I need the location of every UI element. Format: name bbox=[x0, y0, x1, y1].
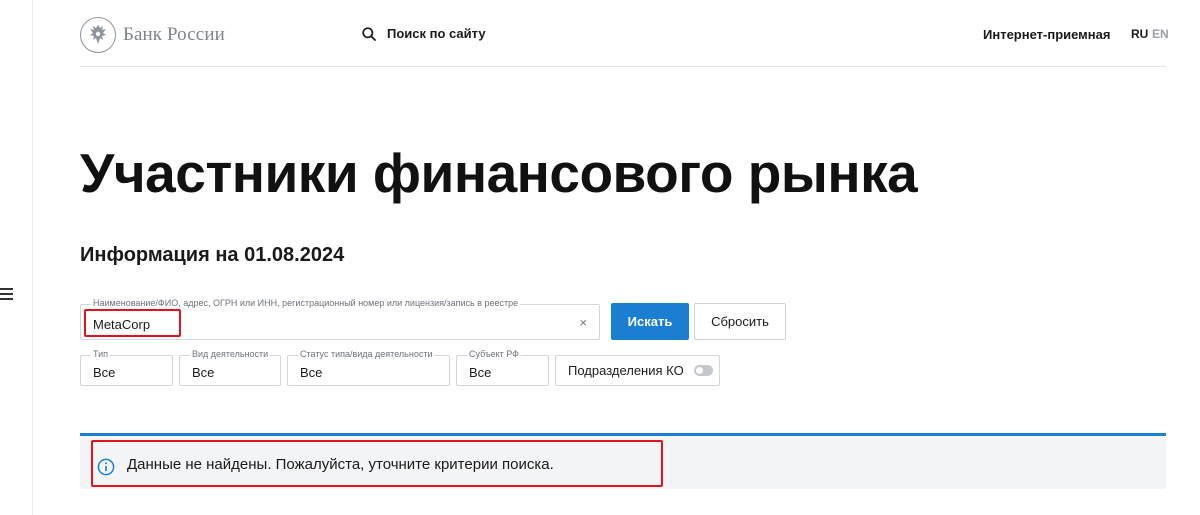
logo[interactable]: Банк России bbox=[80, 17, 225, 53]
filter-type-value: Все bbox=[93, 365, 116, 380]
subdivisions-toggle[interactable] bbox=[693, 365, 713, 376]
no-results-alert: Данные не найдены. Пожалуйста, уточните … bbox=[80, 433, 1166, 489]
filter-activity-value: Все bbox=[192, 365, 215, 380]
search-input[interactable] bbox=[93, 317, 563, 332]
search-button[interactable]: Искать bbox=[611, 303, 689, 340]
alert-message: Данные не найдены. Пожалуйста, уточните … bbox=[127, 456, 554, 473]
search-field[interactable]: Наименование/ФИО, адрес, ОГРН или ИНН, р… bbox=[80, 298, 600, 340]
search-icon bbox=[362, 26, 376, 41]
filter-region-value: Все bbox=[469, 365, 492, 380]
filter-region[interactable]: Субъект РФ Все bbox=[456, 349, 549, 386]
info-icon bbox=[97, 458, 115, 476]
bank-emblem-icon bbox=[80, 17, 116, 53]
filter-type[interactable]: Тип Все bbox=[80, 349, 173, 386]
search-field-label: Наименование/ФИО, адрес, ОГРН или ИНН, р… bbox=[91, 298, 521, 309]
left-rail bbox=[0, 0, 33, 515]
filter-subdivisions-label: Подразделения КО bbox=[568, 363, 684, 378]
filter-activity[interactable]: Вид деятельности Все bbox=[179, 349, 281, 386]
site-search-link[interactable]: Поиск по сайту bbox=[362, 26, 486, 41]
lang-ru-link[interactable]: RU bbox=[1131, 27, 1148, 41]
menu-icon[interactable] bbox=[0, 288, 14, 302]
site-search-label: Поиск по сайту bbox=[387, 26, 486, 41]
filter-status-label: Статус типа/вида деятельности bbox=[298, 349, 435, 360]
filter-status-value: Все bbox=[300, 365, 323, 380]
filter-region-label: Субъект РФ bbox=[467, 349, 521, 360]
filter-type-label: Тип bbox=[91, 349, 111, 360]
close-icon[interactable]: × bbox=[579, 316, 587, 330]
filter-subdivisions[interactable]: Подразделения КО bbox=[555, 355, 720, 386]
info-date: Информация на 01.08.2024 bbox=[80, 244, 345, 266]
filter-status[interactable]: Статус типа/вида деятельности Все bbox=[287, 349, 450, 386]
reset-button[interactable]: Сбросить bbox=[694, 303, 786, 340]
page-title: Участники финансового рынка bbox=[80, 142, 918, 204]
logo-text: Банк России bbox=[123, 24, 225, 45]
site-header: Банк России Поиск по сайту Интернет-прие… bbox=[80, 0, 1169, 67]
toggle-knob bbox=[695, 367, 703, 374]
internet-reception-link[interactable]: Интернет-приемная bbox=[983, 27, 1110, 42]
lang-en-link[interactable]: EN bbox=[1152, 27, 1169, 41]
filter-activity-label: Вид деятельности bbox=[190, 349, 271, 360]
